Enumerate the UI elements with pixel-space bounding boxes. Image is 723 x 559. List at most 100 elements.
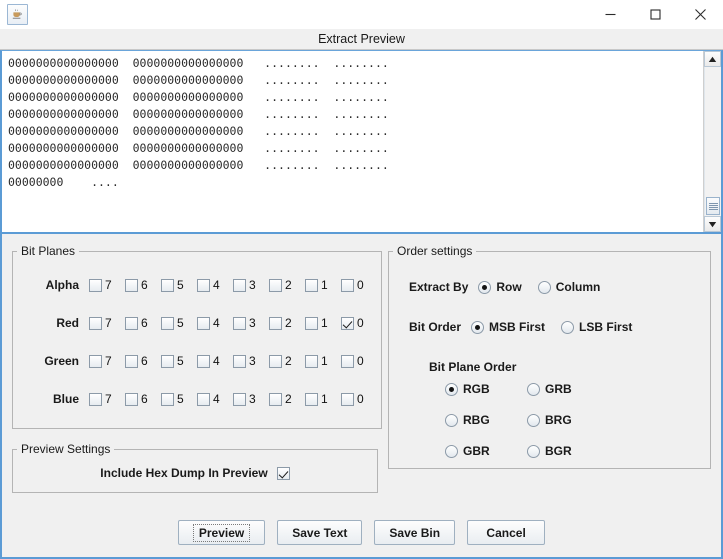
bit-plane-cell: 7: [89, 278, 125, 292]
preview-hex-line: 0000000000000000 0000000000000000 ......…: [8, 73, 389, 87]
minimize-button[interactable]: [588, 0, 633, 29]
bit-planes-rows: Alpha 7 6 5 4 3 2 1 0 Red 7 6 5 4 3 2 1 0 Green 7 6 5 4 3 2 1 0 Blu…: [13, 258, 381, 428]
preview-hex-line: 0000000000000000 0000000000000000 ......…: [8, 107, 389, 121]
scroll-down-icon[interactable]: [704, 216, 721, 232]
button-label: Cancel: [486, 525, 526, 540]
bit-number-label: 3: [249, 392, 256, 406]
bit-plane-order-option-bgr[interactable]: BGR: [527, 444, 593, 458]
bit-number-label: 4: [213, 278, 220, 292]
bit-number-label: 1: [321, 392, 328, 406]
radio-button[interactable]: [527, 382, 540, 396]
radio-button[interactable]: [445, 444, 458, 458]
checkbox-red-bit-5[interactable]: [161, 316, 174, 330]
checkbox-green-bit-1[interactable]: [305, 354, 318, 368]
bit-plane-order-option-rbg[interactable]: RBG: [445, 413, 511, 427]
checkbox-blue-bit-1[interactable]: [305, 392, 318, 406]
extract-by-option-column[interactable]: Column: [537, 280, 600, 294]
bit-planes-group: Bit Planes Alpha 7 6 5 4 3 2 1 0 Red 7 6 5 4 3 2 1 0 Green…: [12, 244, 382, 429]
bit-number-label: 4: [213, 354, 220, 368]
scrollbar-thumb[interactable]: [706, 197, 720, 215]
bit-plane-cell: 3: [233, 392, 269, 406]
extract-preview-window: Extract Preview 0000000000000000 0000000…: [0, 0, 723, 559]
bit-plane-order-options: RGB GRB RBG BRG GBR BGR: [445, 382, 710, 458]
checkbox-red-bit-3[interactable]: [233, 316, 246, 330]
page-title: Extract Preview: [318, 32, 405, 46]
checkbox-green-bit-4[interactable]: [197, 354, 210, 368]
checkbox-blue-bit-3[interactable]: [233, 392, 246, 406]
checkbox-green-bit-7[interactable]: [89, 354, 102, 368]
checkbox-red-bit-7[interactable]: [89, 316, 102, 330]
radio-label: RBG: [463, 413, 490, 427]
preview-vertical-scrollbar[interactable]: [703, 51, 721, 232]
checkbox-blue-bit-5[interactable]: [161, 392, 174, 406]
bit-plane-order-option-grb[interactable]: GRB: [527, 382, 593, 396]
close-button[interactable]: [678, 0, 723, 29]
radio-button[interactable]: [561, 320, 575, 334]
checkbox-green-bit-0[interactable]: [341, 354, 354, 368]
bit-plane-cell: 3: [233, 316, 269, 330]
radio-button[interactable]: [478, 280, 492, 294]
bit-order-label: Bit Order: [409, 320, 462, 334]
bit-plane-row-label: Alpha: [45, 278, 79, 292]
checkbox-alpha-bit-4[interactable]: [197, 278, 210, 292]
radio-button[interactable]: [471, 320, 485, 334]
checkbox-alpha-bit-0[interactable]: [341, 278, 354, 292]
radio-label: MSB First: [489, 320, 546, 334]
radio-label: Row: [496, 280, 522, 294]
preview-button[interactable]: Preview: [177, 520, 266, 545]
bit-plane-cell: 0: [341, 316, 377, 330]
scroll-up-icon[interactable]: [704, 51, 721, 67]
include-hex-dump-checkbox[interactable]: [276, 466, 290, 480]
bit-order-option-lsb-first[interactable]: LSB First: [561, 320, 632, 334]
bit-number-label: 7: [105, 316, 112, 330]
checkbox-blue-bit-2[interactable]: [269, 392, 282, 406]
checkbox-alpha-bit-7[interactable]: [89, 278, 102, 292]
save-text-button[interactable]: Save Text: [277, 520, 363, 545]
button-label: Save Text: [292, 525, 348, 540]
checkbox-green-bit-5[interactable]: [161, 354, 174, 368]
extract-by-option-row[interactable]: Row: [478, 280, 522, 294]
bit-plane-cell: 0: [341, 354, 377, 368]
checkbox-green-bit-6[interactable]: [125, 354, 138, 368]
checkbox-red-bit-2[interactable]: [269, 316, 282, 330]
radio-button[interactable]: [527, 444, 540, 458]
bit-plane-cell: 4: [197, 392, 233, 406]
bit-plane-row-label: Blue: [52, 392, 79, 406]
bit-plane-cell: 7: [89, 392, 125, 406]
checkbox-alpha-bit-5[interactable]: [161, 278, 174, 292]
save-bin-button[interactable]: Save Bin: [374, 520, 456, 545]
bit-plane-row-blue: Blue 7 6 5 4 3 2 1 0: [17, 380, 377, 418]
preview-settings-group: Preview Settings Include Hex Dump In Pre…: [12, 442, 378, 493]
scrollbar-track[interactable]: [704, 67, 721, 216]
preview-settings-body: Include Hex Dump In Preview: [13, 456, 377, 492]
checkbox-green-bit-2[interactable]: [269, 354, 282, 368]
order-settings-body: Extract By Row Column Bit Order MSB First…: [389, 258, 710, 468]
preview-textarea[interactable]: 0000000000000000 0000000000000000 ......…: [2, 51, 703, 232]
bit-plane-order-option-gbr[interactable]: GBR: [445, 444, 511, 458]
bit-number-label: 1: [321, 278, 328, 292]
checkbox-blue-bit-4[interactable]: [197, 392, 210, 406]
bit-plane-order-option-rgb[interactable]: RGB: [445, 382, 511, 396]
checkbox-blue-bit-6[interactable]: [125, 392, 138, 406]
checkbox-alpha-bit-6[interactable]: [125, 278, 138, 292]
checkbox-blue-bit-7[interactable]: [89, 392, 102, 406]
radio-button[interactable]: [445, 382, 458, 396]
checkbox-red-bit-4[interactable]: [197, 316, 210, 330]
radio-button[interactable]: [445, 413, 458, 427]
checkbox-alpha-bit-2[interactable]: [269, 278, 282, 292]
checkbox-green-bit-3[interactable]: [233, 354, 246, 368]
checkbox-red-bit-1[interactable]: [305, 316, 318, 330]
checkbox-blue-bit-0[interactable]: [341, 392, 354, 406]
bit-number-label: 2: [285, 392, 292, 406]
checkbox-alpha-bit-1[interactable]: [305, 278, 318, 292]
cancel-button[interactable]: Cancel: [467, 520, 546, 545]
radio-button[interactable]: [537, 280, 551, 294]
maximize-button[interactable]: [633, 0, 678, 29]
bit-order-option-msb-first[interactable]: MSB First: [471, 320, 545, 334]
radio-label: GRB: [545, 382, 572, 396]
checkbox-red-bit-0[interactable]: [341, 316, 354, 330]
radio-button[interactable]: [527, 413, 540, 427]
checkbox-alpha-bit-3[interactable]: [233, 278, 246, 292]
bit-plane-order-option-brg[interactable]: BRG: [527, 413, 593, 427]
checkbox-red-bit-6[interactable]: [125, 316, 138, 330]
